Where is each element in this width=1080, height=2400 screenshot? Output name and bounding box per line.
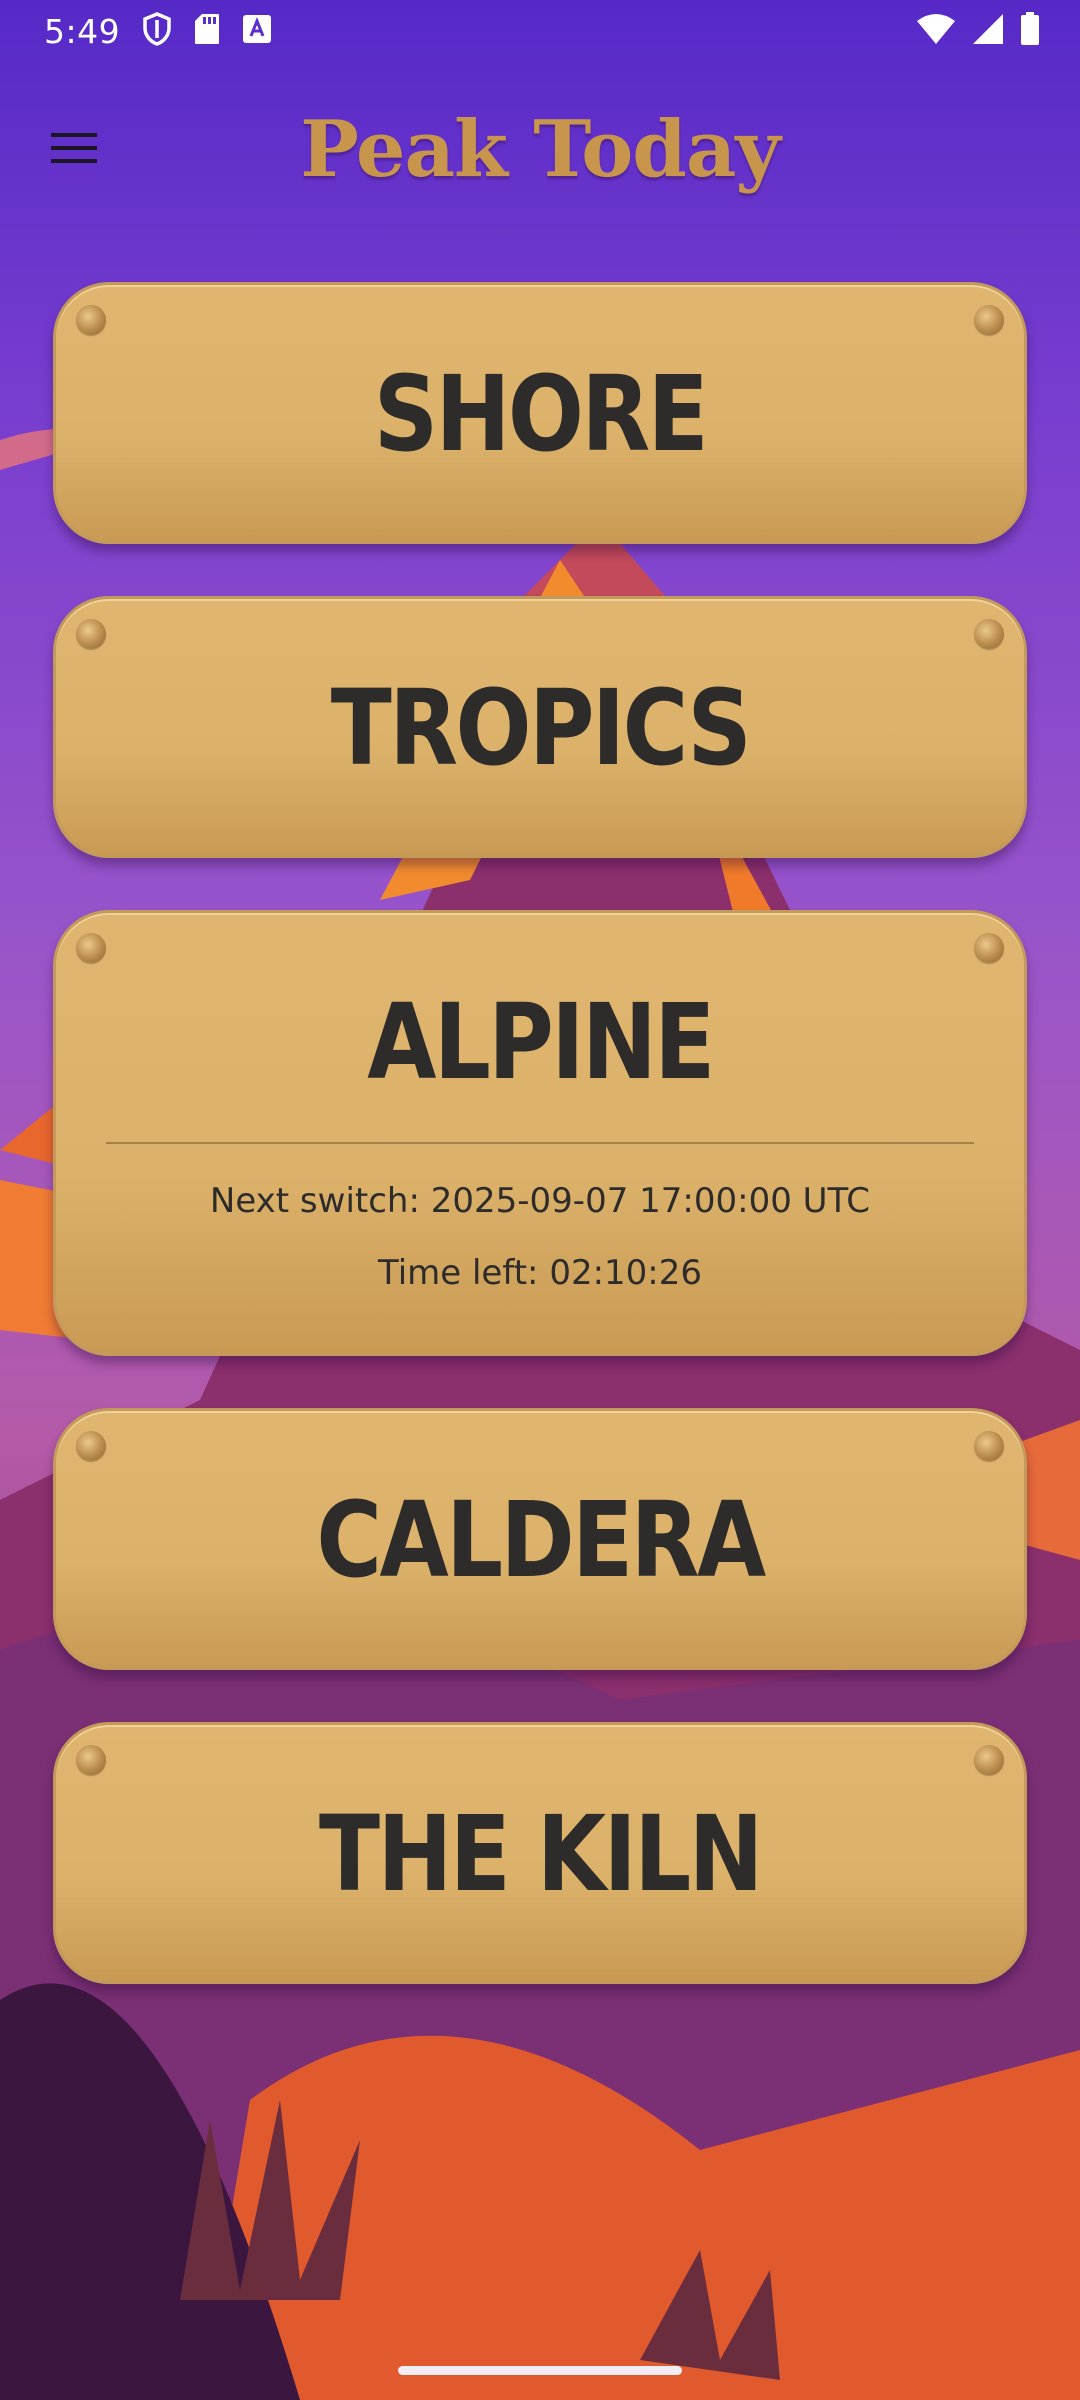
- rivet-icon: [974, 619, 1004, 649]
- sd-card-icon: [194, 13, 220, 49]
- rivet-icon: [974, 933, 1004, 963]
- plate-label: SHORE: [373, 353, 709, 475]
- plate-label: TROPICS: [330, 667, 752, 789]
- rivet-icon: [76, 305, 106, 335]
- rivet-icon: [76, 1745, 106, 1775]
- plate-tropics[interactable]: TROPICS: [53, 596, 1027, 858]
- status-left: 5:49: [44, 12, 272, 51]
- wifi-icon: [916, 13, 956, 49]
- rivet-icon: [76, 1431, 106, 1461]
- shield-icon: [142, 12, 172, 50]
- keyboard-a-icon: [242, 14, 272, 48]
- cell-signal-icon: [972, 13, 1004, 49]
- rivet-icon: [974, 1431, 1004, 1461]
- divider: [106, 1142, 974, 1144]
- time-left-text: Time left: 02:10:26: [377, 1253, 703, 1293]
- plate-label: THE KILN: [319, 1793, 763, 1915]
- status-bar: 5:49: [0, 0, 1080, 62]
- plate-the-kiln[interactable]: THE KILN: [53, 1722, 1027, 1984]
- plate-alpine[interactable]: ALPINE Next switch: 2025-09-07 17:00:00 …: [53, 910, 1027, 1356]
- app-title: Peak Today: [300, 104, 780, 195]
- rivet-icon: [76, 619, 106, 649]
- status-right: [916, 12, 1040, 50]
- home-indicator[interactable]: [398, 2366, 682, 2375]
- status-time: 5:49: [44, 11, 121, 51]
- plate-caldera[interactable]: CALDERA: [53, 1408, 1027, 1670]
- battery-icon: [1020, 12, 1040, 50]
- plate-label: CALDERA: [316, 1479, 766, 1601]
- plate-label: ALPINE: [367, 981, 715, 1103]
- plate-list: SHORE TROPICS ALPINE Next switch: 2025-0…: [53, 282, 1027, 2036]
- plate-shore[interactable]: SHORE: [53, 282, 1027, 544]
- next-switch-text: Next switch: 2025-09-07 17:00:00 UTC: [209, 1181, 871, 1221]
- rivet-icon: [76, 933, 106, 963]
- rivet-icon: [974, 1745, 1004, 1775]
- app-bar: Peak Today: [0, 90, 1080, 220]
- rivet-icon: [974, 305, 1004, 335]
